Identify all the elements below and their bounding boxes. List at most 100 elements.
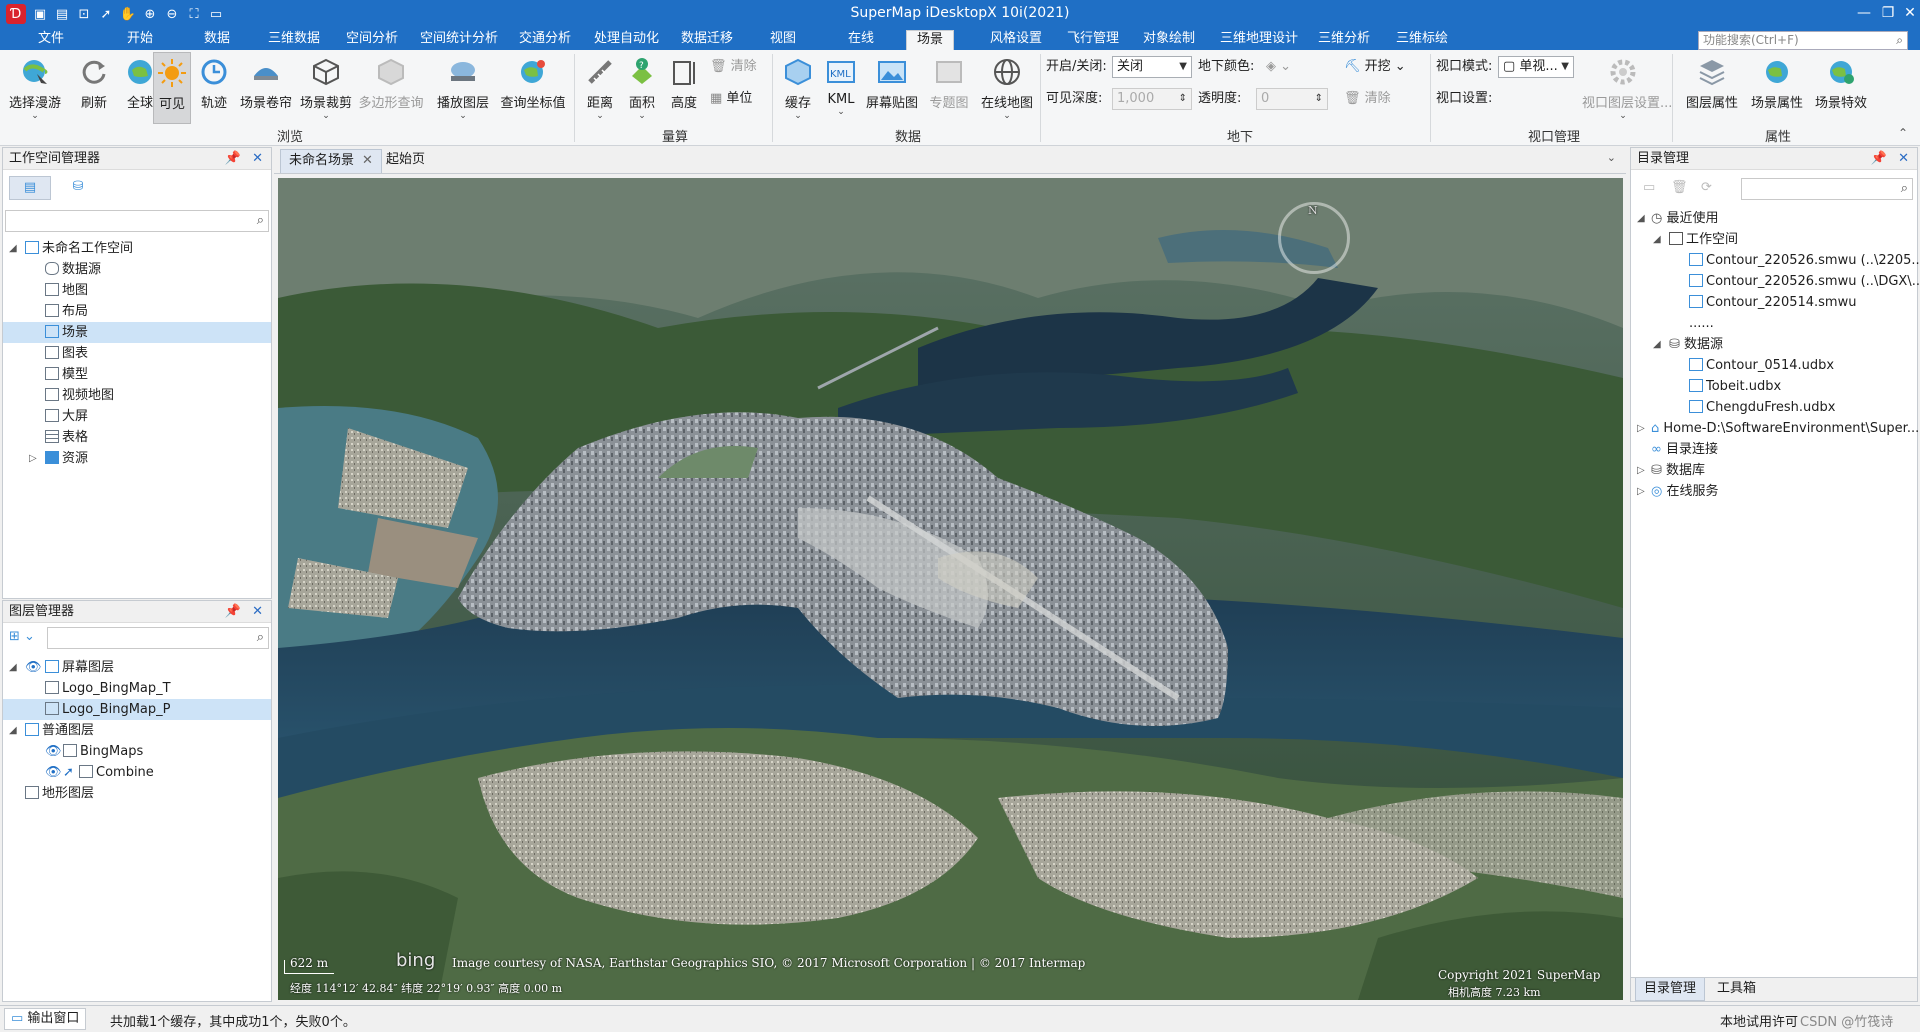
- close-icon[interactable]: ✕: [1898, 148, 1909, 170]
- underground-onoff-select[interactable]: 关闭 ▼: [1112, 56, 1192, 78]
- recent-workspace-item[interactable]: Contour_220514.smwu: [1631, 292, 1917, 313]
- tab-online[interactable]: 在线: [838, 30, 884, 50]
- close-icon[interactable]: ✕: [1898, 2, 1920, 24]
- catalog-workspace-group[interactable]: ◢ 工作空间: [1631, 229, 1917, 250]
- tab-traffic[interactable]: 交通分析: [509, 30, 581, 50]
- tab-spatial-analysis[interactable]: 空间分析: [336, 30, 408, 50]
- workspace-root[interactable]: ◢ 未命名工作空间: [3, 238, 271, 259]
- measure-unit-button[interactable]: ▦ 单位: [710, 88, 752, 110]
- underground-clear-button[interactable]: 🗑 清除: [1344, 88, 1391, 110]
- screen-overlay-button[interactable]: 屏幕贴图: [864, 52, 920, 128]
- height-button[interactable]: 高度: [664, 52, 704, 128]
- scene-view[interactable]: N 622 m bing Image courtesy of NASA, Ear…: [278, 178, 1623, 1000]
- catalog-online-service[interactable]: ▷ ◎ 在线服务: [1631, 481, 1917, 502]
- layer-search-input[interactable]: ⌕: [47, 627, 269, 649]
- pin-icon[interactable]: 📌: [225, 601, 241, 623]
- tab-start-page[interactable]: 起始页: [378, 149, 433, 173]
- layer-group-normal[interactable]: ◢ 普通图层: [3, 720, 271, 741]
- refresh-icon[interactable]: ⟳: [1701, 180, 1712, 195]
- function-search-input[interactable]: 功能搜索(Ctrl+F) ⌕: [1698, 31, 1908, 50]
- layer-group-terrain[interactable]: 地形图层: [3, 783, 271, 804]
- recent-workspace-item[interactable]: Contour_220526.smwu (..\DGX\..): [1631, 271, 1920, 292]
- delete-icon[interactable]: 🗑: [1671, 180, 1688, 195]
- tree-item-model[interactable]: 模型: [3, 364, 271, 385]
- measure-clear-button[interactable]: 🗑 清除: [710, 56, 757, 78]
- minimize-icon[interactable]: —: [1852, 2, 1876, 24]
- tab-toolbox[interactable]: 工具箱: [1709, 978, 1764, 1001]
- tab-spatial-stats[interactable]: 空间统计分析: [410, 30, 508, 50]
- tree-item-chart[interactable]: 图表: [3, 343, 271, 364]
- collapse-arrow-icon[interactable]: ◢: [9, 657, 17, 678]
- opacity-input[interactable]: 0 ⇕: [1256, 88, 1328, 110]
- tab-3d-analysis[interactable]: 三维分析: [1308, 30, 1380, 50]
- scene-properties-button[interactable]: 场景属性: [1746, 52, 1808, 128]
- workspace-search-input[interactable]: ⌕: [5, 210, 269, 232]
- tab-automation[interactable]: 处理自动化: [584, 30, 669, 50]
- close-icon[interactable]: ✕: [252, 148, 263, 170]
- catalog-recent[interactable]: ◢ ◷ 最近使用: [1631, 208, 1917, 229]
- collapse-arrow-icon[interactable]: ◢: [1653, 334, 1661, 355]
- expand-arrow-icon[interactable]: ▷: [1637, 460, 1645, 481]
- database-view-icon[interactable]: ⛁: [63, 176, 93, 200]
- tab-scene[interactable]: 场景: [906, 30, 955, 50]
- recent-datasource-item[interactable]: Tobeit.udbx: [1631, 376, 1917, 397]
- tree-item-big-screen[interactable]: 大屏: [3, 406, 271, 427]
- tree-item-scene[interactable]: 场景: [3, 322, 271, 343]
- layer-properties-button[interactable]: 图层属性: [1682, 52, 1742, 128]
- collapse-ribbon-icon[interactable]: ⌃: [1898, 126, 1908, 140]
- pin-icon[interactable]: 📌: [225, 148, 241, 170]
- catalog-search-input[interactable]: ⌕: [1741, 178, 1913, 200]
- catalog-home[interactable]: ▷ ⌂ Home-D:\SoftwareEnvironment\Super...: [1631, 418, 1919, 439]
- tab-data[interactable]: 数据: [194, 30, 240, 50]
- tab-catalog-manager[interactable]: 目录管理: [1635, 978, 1706, 1001]
- layer-item[interactable]: Logo_BingMap_T: [3, 678, 271, 699]
- add-layer-icon[interactable]: ⊞ ⌄: [9, 629, 35, 644]
- query-coordinate-button[interactable]: 查询坐标值: [498, 52, 568, 128]
- tree-item-video-map[interactable]: 视频地图: [3, 385, 271, 406]
- layer-item[interactable]: Logo_BingMap_P: [3, 699, 271, 720]
- underground-color-picker[interactable]: ◈ ⌄: [1266, 56, 1291, 78]
- tab-draw[interactable]: 对象绘制: [1133, 30, 1205, 50]
- expand-arrow-icon[interactable]: ▷: [1637, 418, 1645, 439]
- layer-item[interactable]: 👁 ➚ Combine: [3, 762, 271, 783]
- select-roam-button[interactable]: 选择漫游 ⌄: [6, 52, 64, 128]
- tab-migration[interactable]: 数据迁移: [671, 30, 743, 50]
- play-layer-button[interactable]: 播放图层 ⌄: [434, 52, 492, 128]
- scene-clip-button[interactable]: 场景裁剪 ⌄: [298, 52, 354, 128]
- tab-list-icon[interactable]: ⌄: [1607, 151, 1616, 164]
- tab-untitled-scene[interactable]: 未命名场景 ✕: [280, 149, 382, 173]
- catalog-connection[interactable]: ∞ 目录连接: [1631, 439, 1917, 460]
- recent-workspace-more[interactable]: ......: [1631, 313, 1917, 334]
- tab-3d-design[interactable]: 三维地理设计: [1210, 30, 1308, 50]
- tree-item-resources[interactable]: ▷ 资源: [3, 448, 271, 469]
- recent-datasource-item[interactable]: ChengduFresh.udbx: [1631, 397, 1917, 418]
- visible-eye-icon[interactable]: 👁: [45, 741, 62, 762]
- excavate-button[interactable]: ⛏ 开挖 ⌄: [1344, 56, 1406, 78]
- selectable-cursor-icon[interactable]: ➚: [63, 762, 74, 783]
- close-icon[interactable]: ✕: [252, 601, 263, 623]
- collapse-arrow-icon[interactable]: ◢: [9, 720, 17, 741]
- tree-item-map[interactable]: 地图: [3, 280, 271, 301]
- visible-eye-icon[interactable]: 👁: [45, 762, 62, 783]
- expand-arrow-icon[interactable]: ▷: [29, 448, 37, 469]
- maximize-icon[interactable]: ❐: [1876, 2, 1900, 24]
- tab-style[interactable]: 风格设置: [980, 30, 1052, 50]
- scene-effects-button[interactable]: 场景特效: [1810, 52, 1872, 128]
- output-window-button[interactable]: ▭ 输出窗口: [4, 1008, 87, 1030]
- collapse-arrow-icon[interactable]: ◢: [1653, 229, 1661, 250]
- trajectory-button[interactable]: 轨迹: [194, 52, 234, 128]
- expand-arrow-icon[interactable]: ▷: [1637, 481, 1645, 502]
- workspace-view-icon[interactable]: ▤: [9, 176, 51, 200]
- polygon-query-button[interactable]: 多边形查询: [358, 52, 424, 128]
- tab-file[interactable]: 文件: [28, 30, 74, 50]
- online-map-button[interactable]: 在线地图 ⌄: [978, 52, 1036, 128]
- pin-icon[interactable]: 📌: [1871, 148, 1887, 170]
- tab-flight[interactable]: 飞行管理: [1057, 30, 1129, 50]
- viewport-mode-select[interactable]: ▢ 单视... ▼: [1498, 56, 1574, 78]
- tab-view[interactable]: 视图: [760, 30, 806, 50]
- viewport-layer-setting-button[interactable]: 视口图层设置... ⌄: [1582, 52, 1672, 128]
- tab-3d-data[interactable]: 三维数据: [258, 30, 330, 50]
- distance-button[interactable]: 距离 ⌄: [580, 52, 620, 128]
- tab-3d-plot[interactable]: 三维标绘: [1386, 30, 1458, 50]
- tree-item-layout[interactable]: 布局: [3, 301, 271, 322]
